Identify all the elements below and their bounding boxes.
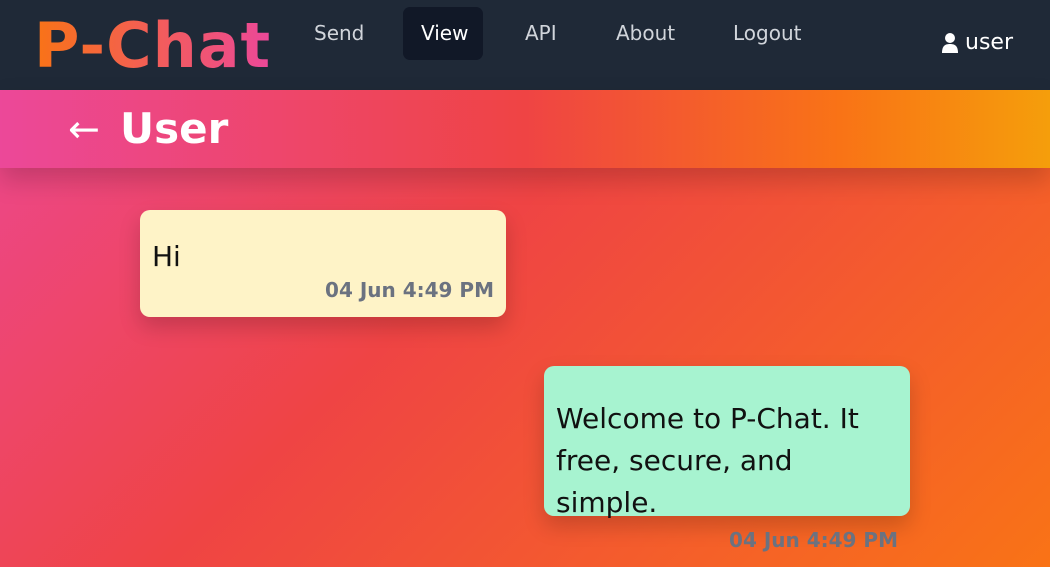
message-timestamp: 04 Jun 4:49 PM (729, 528, 898, 552)
nav-item-about[interactable]: About (598, 7, 693, 60)
nav-item-send[interactable]: Send (296, 7, 382, 60)
nav-item-api[interactable]: API (507, 7, 575, 60)
user-icon (942, 32, 958, 53)
message-text: Hi (152, 240, 181, 273)
message-timestamp: 04 Jun 4:49 PM (325, 278, 494, 302)
chat-header: ← User (0, 90, 1050, 168)
message-text: Welcome to P-Chat. It free, secure, and … (556, 402, 859, 519)
chat-title: User (120, 104, 229, 153)
user-menu[interactable]: user (941, 30, 1013, 55)
user-name: user (965, 30, 1013, 55)
message-bubble-outgoing: Welcome to P-Chat. It free, secure, and … (544, 366, 910, 552)
nav-item-logout[interactable]: Logout (715, 7, 819, 60)
message-bubble-incoming: Hi 04 Jun 4:49 PM (140, 210, 506, 317)
back-arrow-icon[interactable]: ← (68, 110, 100, 148)
nav-item-view[interactable]: View (403, 7, 483, 60)
app-logo[interactable]: P-Chat (34, 8, 271, 84)
top-navbar: P-Chat Send View API About Logout user (0, 0, 1050, 90)
